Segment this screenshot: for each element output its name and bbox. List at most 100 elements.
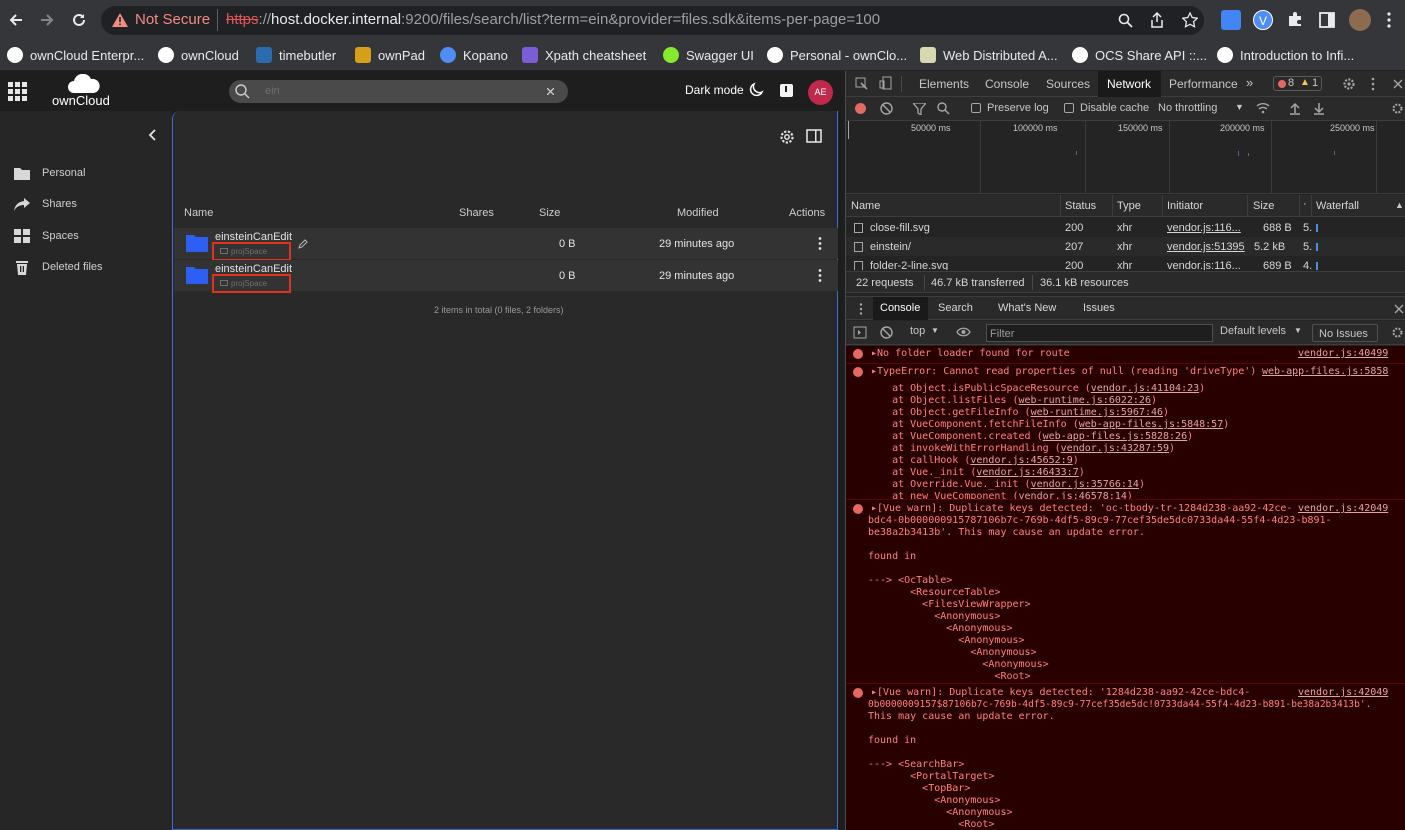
network-overview-timeline[interactable]: 50000 ms 100000 ms 150000 ms 200000 ms 2… [846, 121, 1405, 194]
inspect-icon[interactable] [855, 77, 868, 90]
no-issues-button[interactable]: No Issues [1312, 324, 1378, 342]
drawer-tab-whats-new[interactable]: What's New [998, 302, 1056, 314]
tab-elements[interactable]: Elements [919, 77, 969, 91]
network-settings-gear-icon[interactable] [1391, 102, 1404, 115]
log-levels-select[interactable]: Default levels ▼ [1220, 325, 1302, 339]
column-header-size[interactable]: Size [539, 207, 560, 219]
translate-icon[interactable] [1221, 10, 1241, 30]
bookmark-item[interactable]: Xpath cheatsheet [522, 45, 646, 65]
gear-icon[interactable] [779, 129, 795, 145]
tab-performance[interactable]: Performance [1169, 77, 1238, 91]
share-icon[interactable] [1150, 12, 1164, 28]
kebab-menu-icon[interactable] [1386, 12, 1392, 28]
console-message[interactable]: ▸ vendor.js:42049 [Vue warn]: Duplicate … [846, 499, 1405, 683]
network-row[interactable]: close-fill.svg 200 xhr vendor.js:116... … [846, 218, 1405, 237]
net-row-initiator[interactable]: vendor.js:116... [1167, 260, 1241, 270]
bookmark-item[interactable]: OCS Share API ::... [1072, 45, 1207, 65]
drawer-tab-search[interactable]: Search [938, 302, 973, 314]
disable-cache-checkbox[interactable] [1064, 103, 1074, 113]
throttling-select[interactable]: No throttling ▼ [1158, 102, 1244, 116]
user-avatar[interactable] [1349, 9, 1371, 31]
bookmark-item[interactable]: Personal - ownClo... [767, 45, 907, 65]
drawer-tab-console[interactable]: Console [873, 297, 928, 320]
net-col-initiator[interactable]: Initiator [1167, 200, 1203, 212]
clear-search-icon[interactable] [547, 88, 554, 95]
net-col-name[interactable]: Name [851, 200, 880, 212]
net-col-waterfall[interactable]: Waterfall [1316, 200, 1359, 212]
forward-button[interactable] [35, 8, 59, 32]
drawer-menu-icon[interactable] [859, 303, 863, 315]
close-icon[interactable] [1393, 79, 1403, 89]
console-message[interactable]: ▸ TypeError: Cannot read properties of n… [846, 363, 1405, 502]
device-toolbar-icon[interactable] [879, 76, 892, 90]
clear-console-icon[interactable] [880, 326, 893, 339]
console-message[interactable]: ▸ vendor.js:42049 [Vue warn]: Duplicate … [846, 683, 1405, 830]
back-button[interactable] [4, 8, 28, 32]
reload-button[interactable] [67, 8, 91, 32]
app-grid-icon[interactable] [8, 82, 27, 101]
address-bar[interactable]: Not Secure https://host.docker.internal:… [101, 6, 1204, 35]
settings-gear-icon[interactable] [1342, 77, 1356, 91]
console-sidebar-icon[interactable] [853, 326, 867, 339]
record-icon[interactable] [855, 103, 866, 114]
network-row[interactable]: folder-2-line.svg 200 xhr vendor.js:116.… [846, 256, 1405, 270]
bookmark-star-icon[interactable] [1182, 12, 1198, 28]
net-col-type[interactable]: Type [1117, 200, 1141, 212]
bookmark-item[interactable]: Kopano [440, 45, 508, 65]
table-row[interactable]: einsteinCanEdit projSpace 0 B 29 minutes… [174, 228, 838, 261]
net-col-time[interactable]: · [1303, 198, 1307, 210]
pencil-icon[interactable] [298, 239, 308, 249]
wifi-icon[interactable] [1256, 102, 1270, 114]
network-row[interactable]: einstein/ 207 xhr vendor.js:51395 5.2 kB… [846, 237, 1405, 256]
console-source-link[interactable]: web-app-files.js:5858 [1262, 366, 1388, 377]
bookmark-item[interactable]: Web Distributed A... [920, 45, 1058, 65]
zoom-icon[interactable] [1118, 13, 1133, 28]
download-icon[interactable] [1313, 102, 1325, 115]
upload-icon[interactable] [1289, 102, 1301, 115]
filter-icon[interactable] [913, 103, 926, 115]
chevron-left-icon[interactable] [148, 129, 158, 141]
kebab-menu-icon[interactable] [818, 269, 822, 282]
sidebar-item-spaces[interactable]: Spaces [14, 226, 79, 246]
net-col-status[interactable]: Status [1065, 200, 1096, 212]
extensions-puzzle-icon[interactable] [1287, 11, 1303, 27]
bookmark-item[interactable]: timebutler [256, 45, 336, 65]
avatar[interactable]: AE [808, 80, 833, 105]
bookmark-item[interactable]: ownCloud [158, 45, 239, 65]
profile-v-icon[interactable]: V [1253, 10, 1273, 30]
preserve-log-checkbox[interactable] [971, 103, 981, 113]
column-header-name[interactable]: Name [184, 207, 213, 219]
feedback-icon[interactable] [780, 84, 793, 97]
issues-counter[interactable]: 8 ▲ 1 [1273, 76, 1322, 91]
tab-network[interactable]: Network [1098, 71, 1161, 97]
moon-icon[interactable] [747, 82, 764, 99]
eye-icon[interactable] [956, 327, 971, 337]
bookmark-item[interactable]: Swagger UI [663, 45, 754, 65]
console-settings-gear-icon[interactable] [1391, 326, 1404, 339]
console-source-link[interactable]: vendor.js:40499 [1298, 348, 1388, 359]
bookmark-item[interactable]: ownPad [355, 45, 425, 65]
console-filter-input[interactable]: Filter [986, 324, 1213, 342]
net-row-initiator[interactable]: vendor.js:116... [1167, 222, 1241, 234]
sidebar-toggle-icon[interactable] [806, 129, 822, 143]
context-select[interactable]: top ▼ [910, 325, 942, 339]
console-message[interactable]: ▸ No folder loader found for route vendo… [846, 346, 1405, 363]
net-col-size[interactable]: Size [1253, 200, 1274, 212]
tab-sources[interactable]: Sources [1046, 77, 1090, 91]
table-row[interactable]: einsteinCanEdit projSpace 0 B 29 minutes… [174, 260, 838, 293]
sidebar-item-shares[interactable]: Shares [14, 194, 77, 214]
side-panel-icon[interactable] [1319, 12, 1335, 28]
owncloud-logo[interactable]: ownCloud [52, 74, 114, 108]
kebab-menu-icon[interactable] [818, 237, 822, 250]
kebab-menu-icon[interactable] [1371, 77, 1375, 91]
clear-icon[interactable] [880, 102, 893, 115]
bookmark-item[interactable]: ownCloud Enterpr... [7, 45, 144, 65]
sidebar-item-personal[interactable]: Personal [14, 163, 85, 183]
bookmark-item[interactable]: Introduction to Infi... [1217, 45, 1354, 65]
search-icon[interactable] [937, 102, 950, 115]
column-header-modified[interactable]: Modified [677, 207, 719, 219]
drawer-tab-issues[interactable]: Issues [1083, 302, 1115, 314]
search-input[interactable]: ein [229, 80, 568, 103]
sidebar-item-deleted-files[interactable]: Deleted files [14, 257, 103, 277]
close-drawer-icon[interactable] [1394, 304, 1404, 314]
